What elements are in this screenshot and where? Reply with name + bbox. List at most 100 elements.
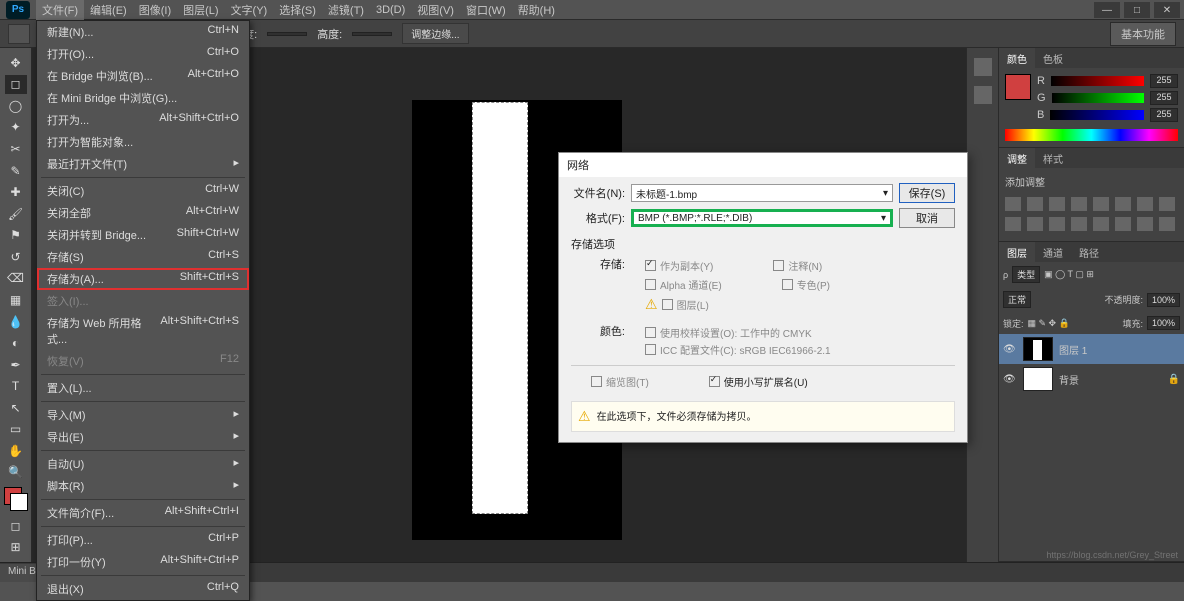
zoom-tool[interactable]: 🔍 bbox=[5, 463, 27, 483]
menu-close-all[interactable]: 关闭全部Alt+Ctrl+W bbox=[37, 202, 249, 224]
channel-mixer-icon[interactable] bbox=[1005, 217, 1021, 231]
type-tool[interactable]: T bbox=[5, 376, 27, 396]
brightness-icon[interactable] bbox=[1005, 197, 1021, 211]
tab-swatches[interactable]: 色板 bbox=[1035, 48, 1071, 68]
menu-filter[interactable]: 滤镜(T) bbox=[322, 0, 370, 20]
blur-tool[interactable]: 💧 bbox=[5, 312, 27, 332]
layer-thumbnail[interactable] bbox=[1023, 367, 1053, 391]
layer-name[interactable]: 背景 bbox=[1059, 372, 1079, 387]
layer-row-1[interactable]: 👁 图层 1 bbox=[999, 334, 1184, 364]
menu-save-web[interactable]: 存储为 Web 所用格式...Alt+Shift+Ctrl+S bbox=[37, 312, 249, 350]
menu-close-bridge[interactable]: 关闭并转到 Bridge...Shift+Ctrl+W bbox=[37, 224, 249, 246]
visibility-icon[interactable]: 👁 bbox=[1003, 374, 1017, 385]
hand-tool[interactable]: ✋ bbox=[5, 441, 27, 461]
menu-close[interactable]: 关闭(C)Ctrl+W bbox=[37, 180, 249, 202]
history-brush-tool[interactable]: ↺ bbox=[5, 247, 27, 267]
height-input[interactable] bbox=[352, 32, 392, 36]
kind-select[interactable]: 类型 bbox=[1012, 266, 1040, 283]
posterize-icon[interactable] bbox=[1071, 217, 1087, 231]
filter-icons[interactable]: ▣ ◯ T ▢ ⊞ bbox=[1044, 269, 1094, 280]
tab-paths[interactable]: 路径 bbox=[1071, 242, 1107, 262]
levels-icon[interactable] bbox=[1027, 197, 1043, 211]
lock-icons[interactable]: ▦ ✎ ✥ 🔒 bbox=[1028, 318, 1070, 329]
cancel-button[interactable]: 取消 bbox=[899, 208, 955, 228]
b-slider[interactable] bbox=[1050, 110, 1144, 120]
menu-file-info[interactable]: 文件简介(F)...Alt+Shift+Ctrl+I bbox=[37, 502, 249, 524]
pen-tool[interactable]: ✒ bbox=[5, 355, 27, 375]
hue-strip[interactable] bbox=[1005, 129, 1178, 141]
hue-icon[interactable] bbox=[1115, 197, 1131, 211]
menu-3d[interactable]: 3D(D) bbox=[370, 2, 411, 18]
r-value[interactable]: 255 bbox=[1150, 74, 1178, 88]
tool-preset-icon[interactable] bbox=[8, 24, 30, 44]
menu-new[interactable]: 新建(N)...Ctrl+N bbox=[37, 21, 249, 43]
tab-styles[interactable]: 样式 bbox=[1035, 148, 1071, 168]
shape-tool[interactable]: ▭ bbox=[5, 420, 27, 440]
adj-more-icon[interactable] bbox=[1159, 217, 1175, 231]
tab-layers[interactable]: 图层 bbox=[999, 242, 1035, 262]
menu-help[interactable]: 帮助(H) bbox=[512, 0, 561, 20]
g-value[interactable]: 255 bbox=[1150, 91, 1178, 105]
format-select[interactable]: BMP (*.BMP;*.RLE;*.DIB)▾ bbox=[631, 209, 893, 227]
stamp-tool[interactable]: ⚑ bbox=[5, 226, 27, 246]
move-tool[interactable]: ✥ bbox=[5, 53, 27, 73]
menu-open-as[interactable]: 打开为...Alt+Shift+Ctrl+O bbox=[37, 109, 249, 131]
width-input[interactable] bbox=[267, 32, 307, 36]
opacity-input[interactable]: 100% bbox=[1147, 293, 1180, 307]
menu-file[interactable]: 文件(F) bbox=[36, 0, 84, 20]
chk-lowercase[interactable]: 使用小写扩展名(U) bbox=[709, 374, 808, 389]
fill-input[interactable]: 100% bbox=[1147, 316, 1180, 330]
eyedropper-tool[interactable]: ✎ bbox=[5, 161, 27, 181]
menu-edit[interactable]: 编辑(E) bbox=[84, 0, 133, 20]
g-slider[interactable] bbox=[1052, 93, 1144, 103]
menu-open-smart[interactable]: 打开为智能对象... bbox=[37, 131, 249, 153]
menu-print-one[interactable]: 打印一份(Y)Alt+Shift+Ctrl+P bbox=[37, 551, 249, 573]
layer-thumbnail[interactable] bbox=[1023, 337, 1053, 361]
bw-icon[interactable] bbox=[1137, 197, 1153, 211]
menu-window[interactable]: 窗口(W) bbox=[460, 0, 512, 20]
blend-select[interactable]: 正常 bbox=[1003, 291, 1031, 308]
menu-minibridge[interactable]: 在 Mini Bridge 中浏览(G)... bbox=[37, 87, 249, 109]
exposure-icon[interactable] bbox=[1071, 197, 1087, 211]
menu-layer[interactable]: 图层(L) bbox=[177, 0, 224, 20]
invert-icon[interactable] bbox=[1049, 217, 1065, 231]
curves-icon[interactable] bbox=[1049, 197, 1065, 211]
quickmask-tool[interactable]: ◻ bbox=[5, 516, 27, 536]
gradient-map-icon[interactable] bbox=[1115, 217, 1131, 231]
marquee-tool[interactable]: ◻ bbox=[5, 75, 27, 95]
refine-edge-button[interactable]: 调整边缘... bbox=[402, 23, 468, 44]
menu-open[interactable]: 打开(O)...Ctrl+O bbox=[37, 43, 249, 65]
crop-tool[interactable]: ✂ bbox=[5, 139, 27, 159]
lasso-tool[interactable]: ◯ bbox=[5, 96, 27, 116]
tab-color[interactable]: 颜色 bbox=[999, 48, 1035, 68]
history-panel-icon[interactable] bbox=[974, 58, 992, 76]
properties-panel-icon[interactable] bbox=[974, 86, 992, 104]
healing-tool[interactable]: ✚ bbox=[5, 182, 27, 202]
close-window-button[interactable]: ✕ bbox=[1154, 2, 1180, 18]
menu-select[interactable]: 选择(S) bbox=[273, 0, 322, 20]
tab-channels[interactable]: 通道 bbox=[1035, 242, 1071, 262]
menu-view[interactable]: 视图(V) bbox=[411, 0, 460, 20]
minimize-button[interactable]: — bbox=[1094, 2, 1120, 18]
menu-export[interactable]: 导出(E)▸ bbox=[37, 426, 249, 448]
visibility-icon[interactable]: 👁 bbox=[1003, 344, 1017, 355]
dodge-tool[interactable]: ◐ bbox=[5, 333, 27, 353]
menu-save[interactable]: 存储(S)Ctrl+S bbox=[37, 246, 249, 268]
wand-tool[interactable]: ✦ bbox=[5, 118, 27, 138]
menu-print[interactable]: 打印(P)...Ctrl+P bbox=[37, 529, 249, 551]
r-slider[interactable] bbox=[1051, 76, 1144, 86]
gradient-tool[interactable]: ▦ bbox=[5, 290, 27, 310]
brush-tool[interactable]: 🖌 bbox=[5, 204, 27, 224]
path-tool[interactable]: ↖ bbox=[5, 398, 27, 418]
tab-adjust[interactable]: 调整 bbox=[999, 148, 1035, 168]
menu-automate[interactable]: 自动(U)▸ bbox=[37, 453, 249, 475]
threshold-icon[interactable] bbox=[1093, 217, 1109, 231]
menu-import[interactable]: 导入(M)▸ bbox=[37, 404, 249, 426]
color-preview[interactable] bbox=[1005, 74, 1031, 100]
menu-exit[interactable]: 退出(X)Ctrl+Q bbox=[37, 578, 249, 600]
screenmode-tool[interactable]: ⊞ bbox=[5, 537, 27, 557]
menu-browse-bridge[interactable]: 在 Bridge 中浏览(B)...Alt+Ctrl+O bbox=[37, 65, 249, 87]
menu-save-as[interactable]: 存储为(A)...Shift+Ctrl+S bbox=[37, 268, 249, 290]
menu-type[interactable]: 文字(Y) bbox=[225, 0, 274, 20]
menu-scripts[interactable]: 脚本(R)▸ bbox=[37, 475, 249, 497]
